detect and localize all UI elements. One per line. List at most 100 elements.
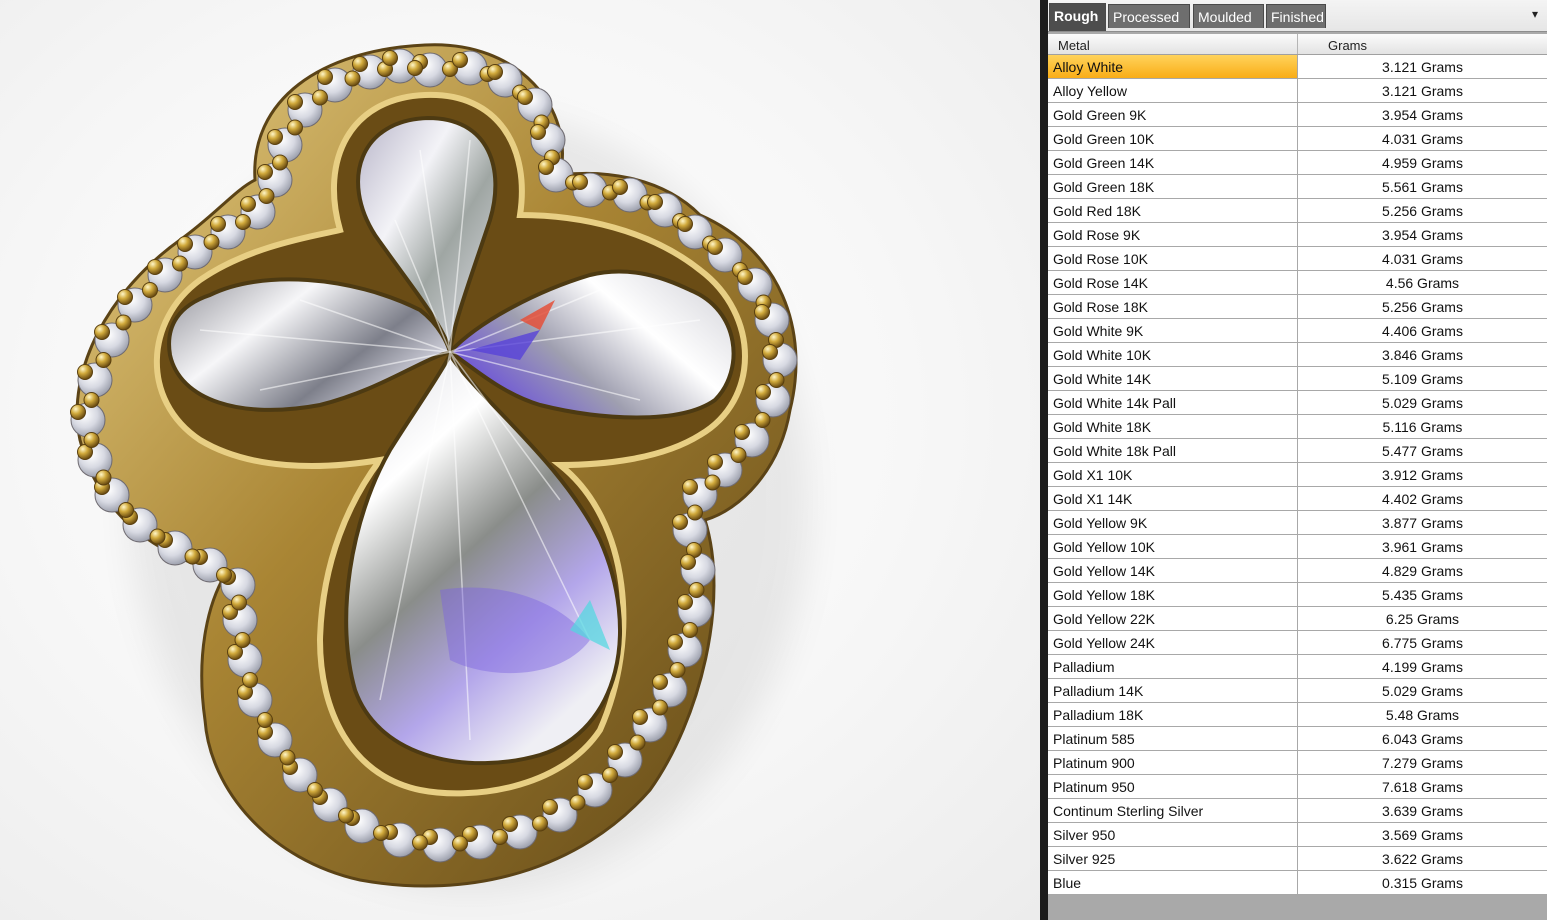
table-row[interactable]: Gold Yellow 24K 6.775 Grams <box>1048 631 1547 655</box>
prong-bead <box>652 674 668 690</box>
metal-cell: Gold Yellow 24K <box>1048 631 1298 654</box>
prong-bead <box>542 799 558 815</box>
metal-weight-table: Metal Grams Alloy White 3.121 Grams Alloy … <box>1048 34 1547 895</box>
prong-bead <box>149 528 166 545</box>
table-row[interactable]: Palladium 18K 5.48 Grams <box>1048 703 1547 727</box>
table-row[interactable]: Alloy White 3.121 Grams <box>1048 55 1547 79</box>
table-body: Alloy White 3.121 Grams Alloy Yellow 3.121 … <box>1048 55 1547 895</box>
chevron-down-icon[interactable]: ▾ <box>1527 6 1543 22</box>
metal-cell: Gold Rose 10K <box>1048 247 1298 270</box>
table-row[interactable]: Gold Green 9K 3.954 Grams <box>1048 103 1547 127</box>
grams-cell: 4.56 Grams <box>1385 275 1460 291</box>
table-row[interactable]: Gold Yellow 22K 6.25 Grams <box>1048 607 1547 631</box>
prong-bead <box>242 672 258 688</box>
table-row[interactable]: Gold Rose 9K 3.954 Grams <box>1048 223 1547 247</box>
prong-bead <box>707 454 723 470</box>
prong-bead <box>652 699 668 716</box>
table-row[interactable]: Gold Green 18K 5.561 Grams <box>1048 175 1547 199</box>
table-row[interactable]: Palladium 14K 5.029 Grams <box>1048 679 1547 703</box>
grams-cell: 5.561 Grams <box>1382 179 1463 195</box>
table-row[interactable]: Silver 950 3.569 Grams <box>1048 823 1547 847</box>
metal-cell: Gold Green 10K <box>1048 127 1298 150</box>
table-row[interactable]: Platinum 950 7.618 Grams <box>1048 775 1547 799</box>
grams-cell: 3.954 Grams <box>1382 227 1463 243</box>
metal-cell: Gold White 9K <box>1048 319 1298 342</box>
prong-bead <box>177 236 193 252</box>
prong-bead <box>704 474 721 491</box>
table-row[interactable]: Alloy Yellow 3.121 Grams <box>1048 79 1547 103</box>
grams-cell: 5.48 Grams <box>1385 707 1460 723</box>
prong-bead <box>517 89 533 105</box>
table-row[interactable]: Continum Sterling Silver 3.639 Grams <box>1048 799 1547 823</box>
table-row[interactable]: Gold Rose 18K 5.256 Grams <box>1048 295 1547 319</box>
grams-cell: 4.406 Grams <box>1382 323 1463 339</box>
tab-moulded[interactable]: Moulded <box>1193 4 1264 28</box>
grams-cell: 6.775 Grams <box>1382 635 1463 651</box>
prong-bead <box>257 712 273 728</box>
column-header-metal[interactable]: Metal <box>1048 34 1298 54</box>
table-row[interactable]: Gold X1 14K 4.402 Grams <box>1048 487 1547 511</box>
table-row[interactable]: Gold Yellow 10K 3.961 Grams <box>1048 535 1547 559</box>
table-row[interactable]: Platinum 585 6.043 Grams <box>1048 727 1547 751</box>
table-row[interactable]: Gold White 10K 3.846 Grams <box>1048 343 1547 367</box>
grams-cell: 3.639 Grams <box>1382 803 1463 819</box>
prong-bead <box>530 124 546 140</box>
table-row[interactable]: Gold X1 10K 3.912 Grams <box>1048 463 1547 487</box>
column-header-grams[interactable]: Grams <box>1298 34 1547 54</box>
table-row[interactable]: Gold Rose 10K 4.031 Grams <box>1048 247 1547 271</box>
prong-bead <box>667 634 683 650</box>
table-row[interactable]: Gold White 14k Pall 5.029 Grams <box>1048 391 1547 415</box>
prong-bead <box>629 734 646 751</box>
table-row[interactable]: Platinum 900 7.279 Grams <box>1048 751 1547 775</box>
prong-bead <box>240 196 256 212</box>
metal-cell: Gold Yellow 18K <box>1048 583 1298 606</box>
table-row[interactable]: Gold White 18K 5.116 Grams <box>1048 415 1547 439</box>
prong-bead <box>203 234 220 250</box>
table-row[interactable]: Gold Yellow 18K 5.435 Grams <box>1048 583 1547 607</box>
table-row[interactable]: Palladium 4.199 Grams <box>1048 655 1547 679</box>
table-row[interactable]: Gold White 14K 5.109 Grams <box>1048 367 1547 391</box>
prong-bead <box>707 239 723 255</box>
metal-cell: Gold Green 14K <box>1048 151 1298 174</box>
grams-cell: 4.402 Grams <box>1382 491 1463 507</box>
tab-finished[interactable]: Finished <box>1266 4 1326 28</box>
prong-bead <box>77 364 93 380</box>
table-row[interactable]: Gold Yellow 14K 4.829 Grams <box>1048 559 1547 583</box>
prong-bead <box>677 594 693 610</box>
table-row[interactable]: Gold Red 18K 5.256 Grams <box>1048 199 1547 223</box>
grams-cell: 4.959 Grams <box>1382 155 1463 171</box>
grams-cell: 4.031 Grams <box>1382 251 1463 267</box>
prong-bead <box>95 469 112 486</box>
metal-cell: Platinum 900 <box>1048 751 1298 774</box>
grams-cell: 5.029 Grams <box>1382 395 1463 411</box>
prong-bead <box>688 582 705 598</box>
table-row[interactable]: Blue 0.315 Grams <box>1048 871 1547 895</box>
table-row[interactable]: Gold White 18k Pall 5.477 Grams <box>1048 439 1547 463</box>
panel-splitter[interactable] <box>1040 0 1048 920</box>
table-row[interactable]: Silver 925 3.622 Grams <box>1048 847 1547 871</box>
prong-bead <box>452 835 468 852</box>
grams-cell: 5.256 Grams <box>1382 299 1463 315</box>
prong-bead <box>680 554 696 570</box>
prong-bead <box>70 404 86 420</box>
grams-cell: 5.029 Grams <box>1382 683 1463 699</box>
table-row[interactable]: Gold Yellow 9K 3.877 Grams <box>1048 511 1547 535</box>
prong-bead <box>234 632 251 648</box>
tab-processed[interactable]: Processed <box>1108 4 1190 28</box>
prong-bead <box>216 567 232 583</box>
prong-bead <box>258 188 275 204</box>
metal-cell: Gold White 14K <box>1048 367 1298 390</box>
prong-bead <box>730 447 747 463</box>
table-row[interactable]: Gold Green 14K 4.959 Grams <box>1048 151 1547 175</box>
prong-bead <box>755 384 771 400</box>
table-row[interactable]: Gold White 9K 4.406 Grams <box>1048 319 1547 343</box>
table-row[interactable]: Gold Green 10K 4.031 Grams <box>1048 127 1547 151</box>
tab-rough[interactable]: Rough <box>1049 3 1106 31</box>
metal-cell: Gold Yellow 14K <box>1048 559 1298 582</box>
prong-bead <box>632 709 648 725</box>
table-row[interactable]: Gold Rose 14K 4.56 Grams <box>1048 271 1547 295</box>
render-viewport[interactable] <box>0 0 1040 920</box>
prong-bead <box>257 164 273 180</box>
prong-bead <box>382 50 398 66</box>
grams-cell: 5.477 Grams <box>1382 443 1463 459</box>
